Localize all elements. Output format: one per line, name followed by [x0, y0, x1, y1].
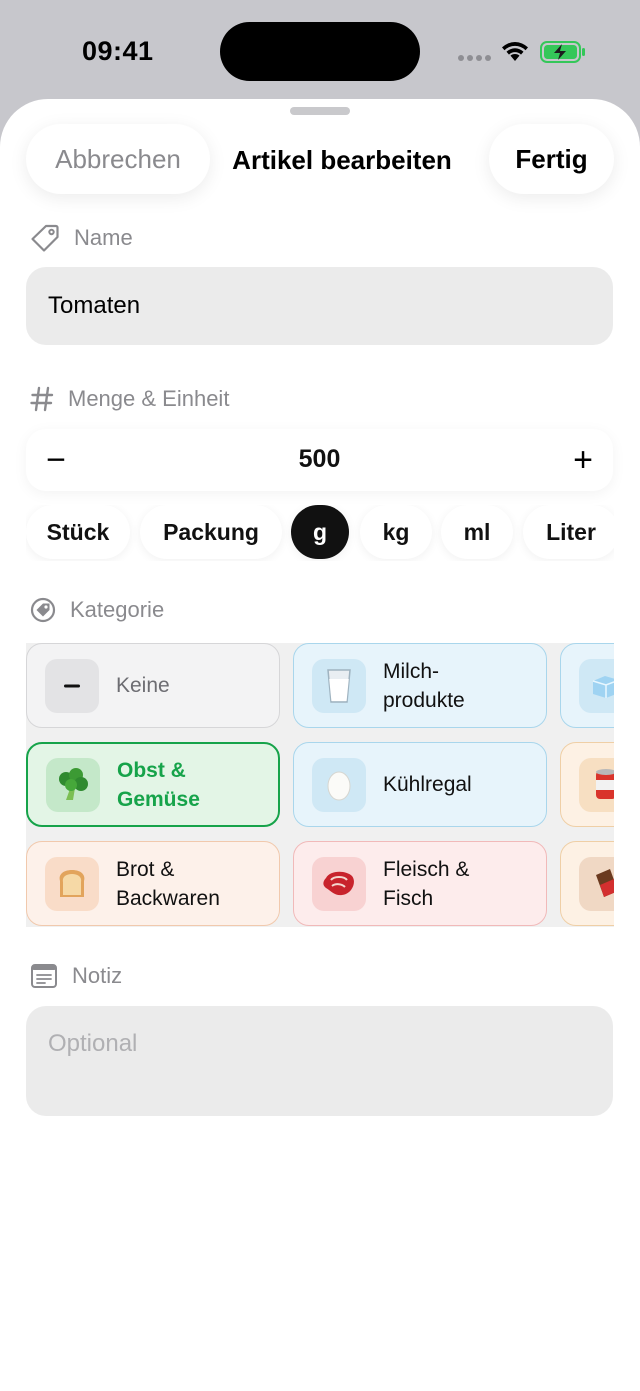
category-label-kuehlregal: Kühlregal	[383, 773, 472, 796]
note-section-label: Notiz	[30, 963, 122, 989]
name-section-label: Name	[30, 223, 133, 253]
category-grid: Keine Milch- produkte Obst & Gemüse Kühl…	[26, 643, 614, 927]
unit-kg[interactable]: kg	[360, 505, 432, 559]
quantity-section-label: Menge & Einheit	[30, 385, 229, 413]
category-tiefkuehl[interactable]	[560, 643, 614, 728]
name-label: Name	[74, 225, 133, 250]
wifi-icon	[502, 42, 528, 61]
sheet-title: Artikel bearbeiten	[232, 145, 452, 175]
note-label: Notiz	[72, 963, 123, 988]
status-bar: 09:41	[0, 0, 640, 100]
chocolate-icon	[579, 856, 614, 911]
steak-icon	[312, 856, 366, 911]
category-label-keine: Keine	[116, 674, 170, 697]
quantity-label: Menge & Einheit	[68, 386, 230, 411]
category-konserven[interactable]	[560, 742, 614, 827]
unit-ml[interactable]: ml	[441, 505, 513, 559]
milk-glass-icon	[312, 658, 366, 713]
category-label-brot-backwaren: Brot & Backwaren	[116, 857, 220, 910]
category-milchprodukte[interactable]: Milch- produkte	[293, 643, 547, 728]
done-button[interactable]: Fertig	[489, 124, 614, 194]
tag-icon	[31, 224, 59, 252]
category-label: Kategorie	[70, 597, 165, 622]
category-label-obst-gemuese: Obst & Gemüse	[117, 758, 200, 811]
category-keine[interactable]: Keine	[26, 643, 280, 728]
unit-packung[interactable]: Packung	[140, 505, 282, 559]
egg-icon	[312, 757, 366, 812]
bread-icon	[45, 856, 99, 911]
unit-selector: Stück Packung g kg ml Liter	[26, 505, 614, 561]
note-textarea[interactable]: Optional	[26, 1006, 613, 1116]
dynamic-island	[220, 22, 420, 81]
category-label-fleisch-fisch: Fleisch & Fisch	[383, 857, 470, 910]
category-kuehlregal[interactable]: Kühlregal	[293, 742, 547, 827]
ice-cube-icon	[579, 658, 614, 713]
increment-button[interactable]: +	[563, 439, 603, 481]
minus-icon	[45, 658, 99, 713]
category-fleisch-fisch[interactable]: Fleisch & Fisch	[293, 841, 547, 926]
category-brot-backwaren[interactable]: Brot & Backwaren	[26, 841, 280, 926]
status-time: 09:41	[82, 36, 154, 66]
unit-liter[interactable]: Liter	[523, 505, 614, 559]
category-obst-gemuese[interactable]: Obst & Gemüse	[26, 742, 280, 827]
note-icon	[31, 964, 57, 988]
unit-g[interactable]: g	[291, 505, 349, 559]
name-input[interactable]: Tomaten	[26, 267, 613, 345]
edit-item-sheet: Abbrechen Artikel bearbeiten Fertig Name…	[0, 99, 640, 1391]
hashtag-icon	[30, 386, 54, 412]
quantity-value: 500	[298, 445, 341, 473]
broccoli-icon	[46, 757, 100, 812]
battery-charging-icon	[540, 41, 585, 63]
category-suessigkeiten[interactable]	[560, 841, 614, 926]
category-label-milchprodukte: Milch- produkte	[383, 659, 465, 712]
cancel-button[interactable]: Abbrechen	[26, 124, 210, 194]
can-icon	[579, 757, 614, 812]
category-section-label: Kategorie	[30, 597, 164, 623]
cellular-signal-icon	[458, 55, 492, 61]
quantity-stepper: − 500 +	[26, 429, 613, 491]
category-tag-icon	[30, 597, 56, 623]
unit-stueck[interactable]: Stück	[26, 505, 130, 559]
sheet-grabber[interactable]	[290, 107, 350, 115]
